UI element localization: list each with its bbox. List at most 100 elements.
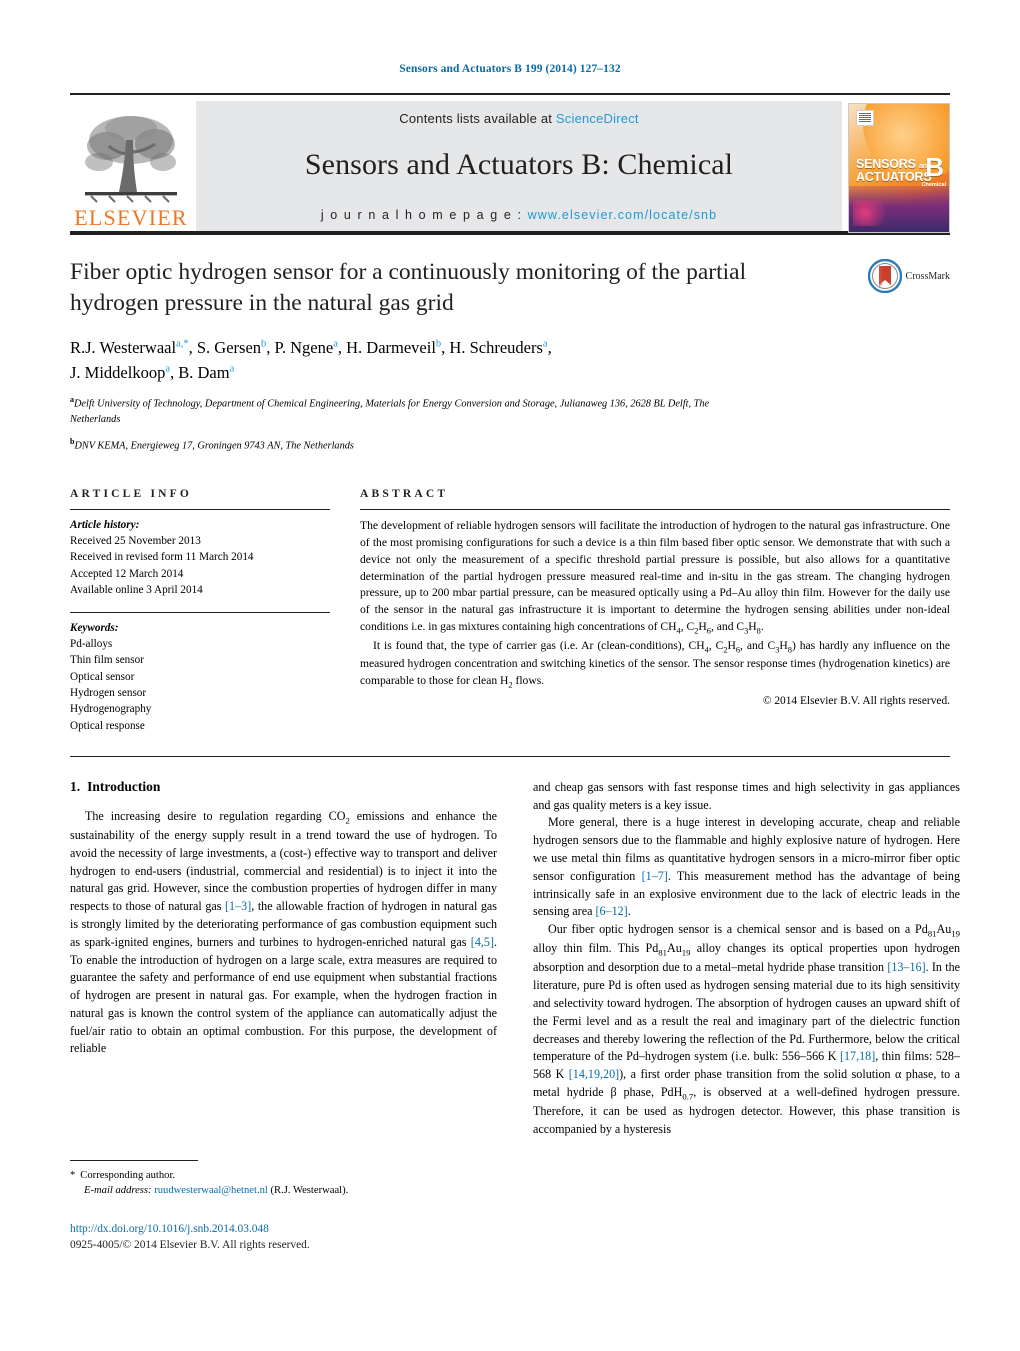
abstract-body: The development of reliable hydrogen sen… (360, 518, 950, 692)
intro3-seg3: alloy thin film. This Pd (533, 941, 659, 956)
author-name: P. Ngene (274, 338, 334, 358)
footnote-star: * (70, 1170, 76, 1181)
keyword-item: Hydrogen sensor (70, 686, 147, 699)
title-block: CrossMark Fiber optic hydrogen sensor fo… (70, 257, 950, 455)
email-label: E-mail address: (84, 1185, 152, 1197)
email-line: E-mail address: ruudwesterwaal@hetnet.nl… (70, 1183, 497, 1198)
cover-series-sublabel: Chemical (921, 182, 946, 188)
intro3-seg2: Au (936, 922, 952, 937)
intro-paragraph-2: More general, there is a huge interest i… (533, 814, 960, 921)
keywords-rule (70, 611, 330, 613)
article-info-column: ARTICLE INFO Article history: Received 2… (70, 488, 330, 734)
homepage-label: j o u r n a l h o m e p a g e : (320, 208, 523, 222)
email-owner: (R.J. Westerwaal). (270, 1185, 349, 1197)
corresponding-author-line: * Corresponding author. (70, 1168, 497, 1183)
doi-link[interactable]: http://dx.doi.org/10.1016/j.snb.2014.03.… (70, 1222, 590, 1238)
homepage-url-link[interactable]: www.elsevier.com/locate/snb (528, 208, 718, 222)
article-history-label: Article history: (70, 518, 140, 531)
intro2-seg3: . (627, 904, 631, 919)
intro-seg1: The increasing desire to regulation rega… (85, 808, 346, 823)
intro-paragraph-left: The increasing desire to regulation rega… (70, 808, 497, 1058)
journal-band: Contents lists available at ScienceDirec… (196, 101, 842, 231)
crossmark-badge[interactable]: CrossMark (867, 259, 950, 293)
paper-page: Sensors and Actuators B 199 (2014) 127–1… (0, 0, 1020, 1351)
intro-seg4: . To enable the introduction of hydrogen… (70, 934, 497, 1056)
history-item: Accepted 12 March 2014 (70, 567, 184, 580)
section-title: Introduction (87, 778, 161, 794)
citation-ref[interactable]: [1–3] (225, 899, 251, 913)
intro3-sub: 81 (927, 928, 937, 939)
keyword-item: Pd-alloys (70, 637, 113, 650)
abstract-p1-seg1: The development of reliable hydrogen sen… (360, 518, 950, 634)
sciencedirect-link[interactable]: ScienceDirect (556, 111, 639, 126)
crossmark-icon (867, 259, 902, 293)
intro-seg2: emissions and enhance the sustainability… (70, 808, 498, 914)
abstract-p1-seg4: , and C (710, 620, 745, 634)
masthead-bottom-rule (70, 231, 950, 235)
corresponding-author-text: Corresponding author. (80, 1170, 176, 1181)
author-sup: a (229, 363, 235, 375)
contents-prefix: Contents lists available at (399, 111, 556, 126)
affiliation-text: DNV KEMA, Energieweg 17, Groningen 9743 … (74, 440, 354, 452)
abstract-paragraph-2: It is found that, the type of carrier ga… (360, 638, 950, 692)
body-left-column: 1. Introduction The increasing desire to … (70, 779, 497, 1139)
corresponding-author-footnote: * Corresponding author. E-mail address: r… (70, 1160, 497, 1199)
info-abstract-section: ARTICLE INFO Article history: Received 2… (70, 488, 950, 734)
citation-ref[interactable]: [17,18] (840, 1049, 875, 1063)
abstract-p2-seg4: , and C (740, 638, 776, 652)
citation-ref[interactable]: [6–12] (595, 904, 627, 918)
keyword-item: Optical sensor (70, 670, 135, 683)
keyword-item: Hydrogenography (70, 703, 152, 716)
elsevier-logo: ELSEVIER (70, 101, 192, 231)
cover-elsevier-mark-icon (856, 110, 874, 126)
abstract-rule (360, 508, 950, 510)
citation-ref[interactable]: [4,5] (471, 935, 494, 949)
abstract-p2-seg5: H (779, 638, 788, 652)
history-item: Available online 3 April 2014 (70, 584, 203, 597)
citation-ref[interactable]: [13–16] (887, 960, 925, 974)
cover-title-text: SENSORS and ACTUATORS (856, 158, 932, 184)
keyword-item: Optical response (70, 719, 145, 732)
footnote-rule (70, 1160, 198, 1161)
author-list: R.J. Westerwaala,*, S. Gersenb, P. Ngene… (70, 338, 552, 383)
abstract-p2-seg1: It is found that, the type of carrier ga… (373, 638, 705, 652)
journal-title: Sensors and Actuators B: Chemical (304, 148, 734, 181)
contents-lists-line: Contents lists available at ScienceDirec… (399, 111, 638, 126)
abstract-p1-end: . (760, 620, 764, 634)
citation-ref[interactable]: [1–7] (642, 869, 668, 883)
elsevier-wordmark: ELSEVIER (74, 205, 188, 230)
body-right-column: and cheap gas sensors with fast response… (533, 779, 960, 1139)
journal-masthead: ELSEVIER Contents lists available at Sci… (70, 93, 950, 233)
doi-block: http://dx.doi.org/10.1016/j.snb.2014.03.… (70, 1222, 590, 1254)
keywords-label: Keywords: (70, 621, 119, 634)
author-name: H. Darmeveil (346, 338, 436, 358)
abstract-p1-seg5: H (748, 620, 757, 634)
intro-paragraph-right-cont: and cheap gas sensors with fast response… (533, 779, 960, 812)
author-sup: a,* (176, 338, 189, 350)
author-name: R.J. Westerwaal (70, 338, 177, 358)
keywords-group: Keywords: Pd-alloys Thin film sensor Opt… (70, 620, 330, 734)
intro3-seg6: . In the literature, pure Pd is often us… (533, 960, 960, 1064)
author-name: S. Gersen (196, 338, 262, 358)
affiliation-text: Delft University of Technology, Departme… (70, 398, 710, 425)
journal-cover-thumbnail: SENSORS and ACTUATORS B Chemical (848, 103, 950, 233)
abstract-column: ABSTRACT The development of reliable hyd… (330, 488, 950, 734)
section-heading-introduction: 1. Introduction (70, 779, 497, 795)
affiliation-a: aDelft University of Technology, Departm… (70, 394, 760, 427)
abstract-p1-seg3: H (698, 620, 707, 634)
abstract-p2-seg2: , C (708, 638, 724, 652)
cover-line2: ACTUATORS (856, 169, 932, 184)
author-sup: a (333, 338, 338, 350)
intro3-sub: 0.7 (682, 1091, 694, 1102)
citation-ref[interactable]: [14,19,20] (569, 1067, 619, 1081)
running-head: Sensors and Actuators B 199 (2014) 127–1… (399, 63, 621, 75)
article-history-group: Article history: Received 25 November 20… (70, 517, 330, 599)
history-item: Received 25 November 2013 (70, 535, 201, 548)
cover-bottom-graphic (849, 186, 949, 232)
email-link[interactable]: ruudwesterwaal@hetnet.nl (154, 1185, 268, 1196)
intro3-seg1: Our fiber optic hydrogen sensor is a che… (548, 922, 928, 937)
article-info-rule (70, 508, 330, 510)
abstract-p1-seg2: , C (680, 620, 695, 634)
abstract-heading: ABSTRACT (360, 487, 449, 500)
intro3-sub: 81 (658, 947, 667, 958)
